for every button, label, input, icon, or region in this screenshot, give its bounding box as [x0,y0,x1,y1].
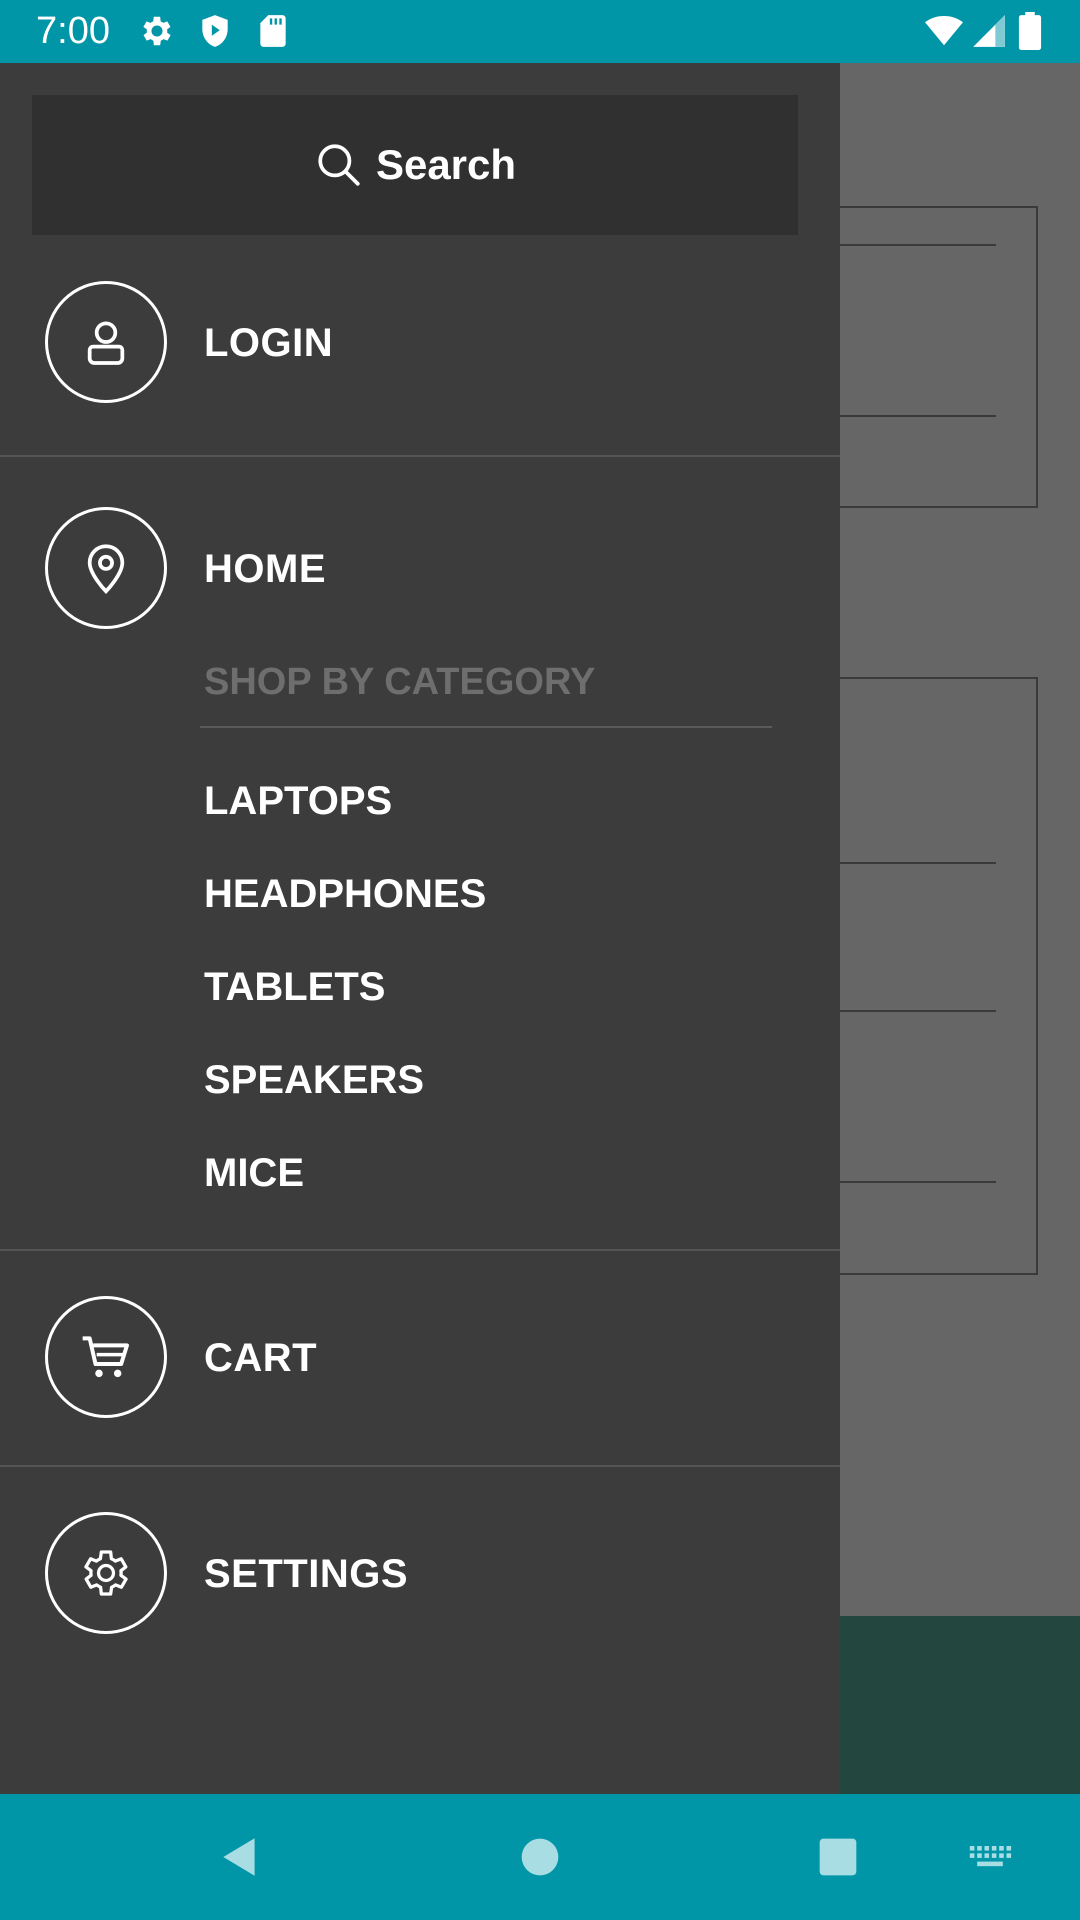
search-label: Search [375,141,517,188]
home-icon [521,1838,559,1876]
cart-icon [82,1336,129,1378]
background-divider [840,244,996,246]
screen: 7:00 Search LOGIN HOME SHOP BY CATEGORY … [0,0,1080,1920]
category-item-mice[interactable]: MICE [204,1151,304,1196]
gear-icon [84,1550,128,1596]
wifi-icon [922,12,966,50]
back-icon [223,1838,255,1876]
divider [0,1465,840,1467]
cell-signal-icon [970,12,1008,50]
divider [0,455,840,457]
background-divider [840,415,996,417]
category-item-laptops[interactable]: LAPTOPS [204,779,392,824]
keyboard-icon [969,1846,1012,1867]
nav-icon-circle [45,1296,167,1418]
background-divider [840,1010,996,1012]
back-button[interactable] [200,1794,280,1920]
nav-item-settings[interactable]: SETTINGS [0,1512,840,1638]
home-button[interactable] [500,1794,580,1920]
recents-button[interactable] [798,1794,878,1920]
background-divider [840,862,996,864]
user-icon [87,321,125,365]
category-item-headphones[interactable]: HEADPHONES [204,872,486,917]
nav-icon-circle [45,1512,167,1634]
nav-item-label: LOGIN [204,321,334,365]
category-item-speakers[interactable]: SPEAKERS [204,1058,424,1103]
section-header-shop-by-category: SHOP BY CATEGORY [204,661,596,703]
nav-item-label: CART [204,1336,318,1380]
section-underline [200,726,772,728]
divider [0,1249,840,1251]
search-button[interactable]: Search [32,95,798,235]
system-navigation-bar [0,1794,1080,1920]
keyboard-button[interactable] [950,1794,1030,1920]
sd-card-icon [254,12,292,50]
status-bar: 7:00 [0,0,1080,63]
nav-item-login[interactable]: LOGIN [0,281,840,407]
gear-icon [138,12,176,50]
category-item-tablets[interactable]: TABLETS [204,965,385,1010]
nav-item-cart[interactable]: CART [0,1296,840,1422]
background-divider [840,1181,996,1183]
nav-icon-circle [45,507,167,629]
location-pin-icon [87,544,125,595]
navigation-drawer: Search LOGIN HOME SHOP BY CATEGORY LAPTO… [0,63,840,1794]
nav-icon-circle [45,281,167,403]
status-time: 7:00 [36,10,110,52]
recents-icon [819,1838,857,1876]
nav-item-home[interactable]: HOME [0,507,840,633]
search-icon [318,144,360,186]
shield-play-icon [196,12,234,50]
nav-item-label: HOME [204,547,326,591]
nav-item-label: SETTINGS [204,1552,409,1596]
battery-icon [1016,12,1046,50]
